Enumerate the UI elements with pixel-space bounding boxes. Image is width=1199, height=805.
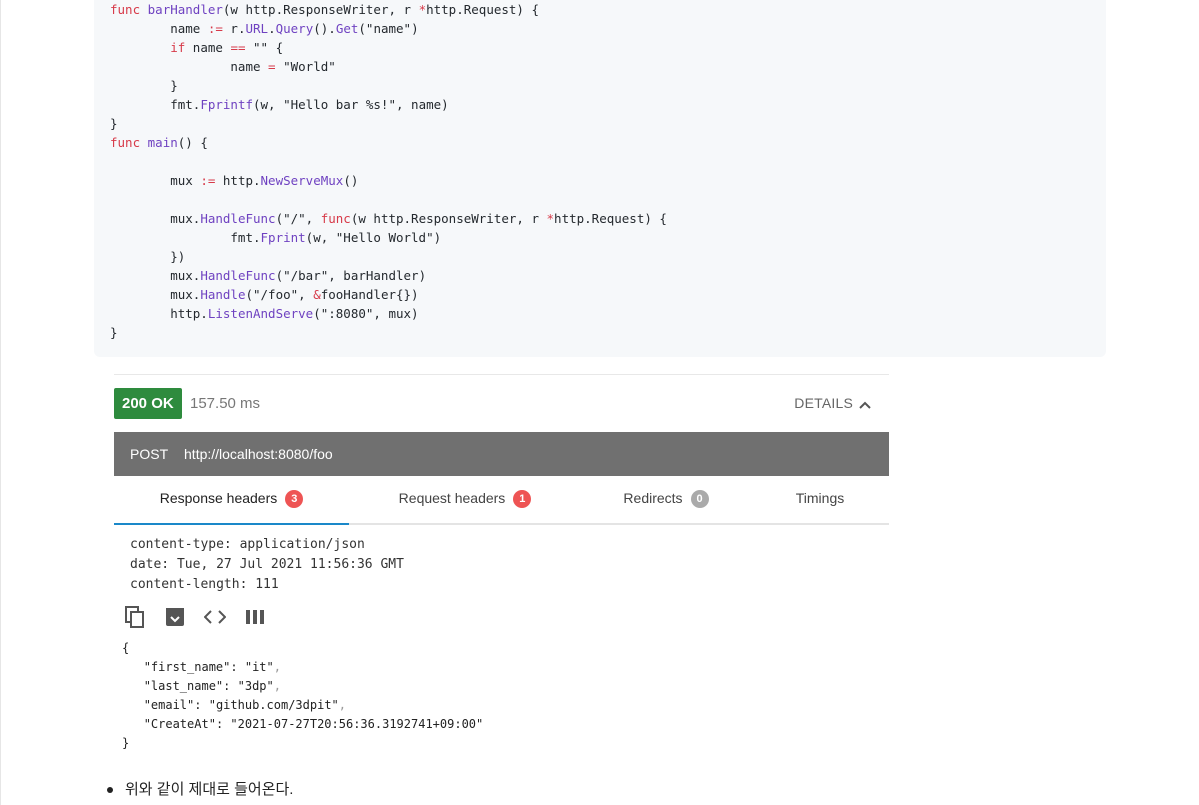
header-line: date: Tue, 27 Jul 2021 11:56:36 GMT — [130, 557, 404, 572]
json-field: "first_name": "it", — [143, 660, 281, 674]
list-item: 위와 같이 제대로 들어온다. — [107, 778, 293, 799]
details-label: DETAILS — [794, 395, 853, 411]
json-field: "last_name": "3dp", — [143, 679, 281, 693]
json-field: "CreateAt": "2021-07-27T20:56:36.3192741… — [143, 717, 484, 731]
json-field: "email": "github.com/3dpit", — [143, 698, 346, 712]
tab-label: Request headers — [398, 490, 506, 506]
tab-label: Timings — [795, 490, 845, 506]
json-key: "last_name" — [143, 679, 224, 693]
bullet-text: 위와 같이 제대로 들어온다. — [125, 781, 294, 798]
tab-response-headers[interactable]: Response headers 3 — [114, 476, 349, 525]
code-block: func barHandler(w http.ResponseWriter, r… — [94, 0, 1106, 357]
archive-icon[interactable] — [164, 606, 186, 628]
tab-bar: Response headers 3 Request headers 1 Redir… — [114, 476, 889, 525]
elapsed-time: 157.50 ms — [190, 395, 261, 412]
copy-icon[interactable] — [124, 606, 146, 628]
header-line: content-type: application/json — [130, 537, 365, 552]
code-view-icon[interactable] — [204, 606, 226, 628]
tab-label: Response headers — [159, 490, 278, 506]
go-source-code: func barHandler(w http.ResponseWriter, r… — [110, 2, 667, 340]
columns-icon[interactable] — [244, 606, 266, 628]
json-value: "2021-07-27T20:56:36.3192741+09:00" — [230, 717, 484, 731]
json-brace: { — [122, 641, 130, 655]
request-bar: POST http://localhost:8080/foo — [114, 432, 889, 476]
chevron-up-icon — [859, 389, 871, 420]
count-badge: 3 — [285, 490, 304, 508]
response-body-json: { "first_name": "it", "last_name": "3dp"… — [122, 639, 889, 753]
json-key: "email" — [143, 698, 195, 712]
count-badge: 0 — [690, 490, 709, 508]
tab-request-headers[interactable]: Request headers 1 — [349, 476, 581, 523]
tab-timings[interactable]: Timings — [751, 476, 889, 523]
tab-redirects[interactable]: Redirects 0 — [581, 476, 751, 523]
json-value: "3dp" — [237, 679, 274, 693]
json-key: "first_name" — [143, 660, 231, 674]
status-row: 200 OK 157.50 ms DETAILS — [114, 375, 889, 432]
header-line: content-length: 111 — [130, 577, 279, 592]
tab-label: Redirects — [623, 490, 683, 506]
response-headers-list: content-type: application/json date: Tue,… — [130, 535, 889, 595]
request-url: http://localhost:8080/foo — [184, 446, 333, 462]
request-method: POST — [130, 446, 169, 462]
body-toolbar — [124, 605, 889, 629]
json-value: "it" — [244, 660, 274, 674]
count-badge: 1 — [513, 490, 532, 508]
http-response-panel: 200 OK 157.50 ms DETAILS POST http://loc… — [114, 374, 889, 753]
json-value: "github.com/3dpit" — [208, 698, 339, 712]
details-toggle[interactable]: DETAILS — [794, 388, 871, 420]
bullet-dot — [107, 787, 113, 794]
json-brace: } — [122, 736, 130, 750]
status-badge: 200 OK — [114, 388, 182, 419]
json-key: "CreateAt" — [143, 717, 216, 731]
